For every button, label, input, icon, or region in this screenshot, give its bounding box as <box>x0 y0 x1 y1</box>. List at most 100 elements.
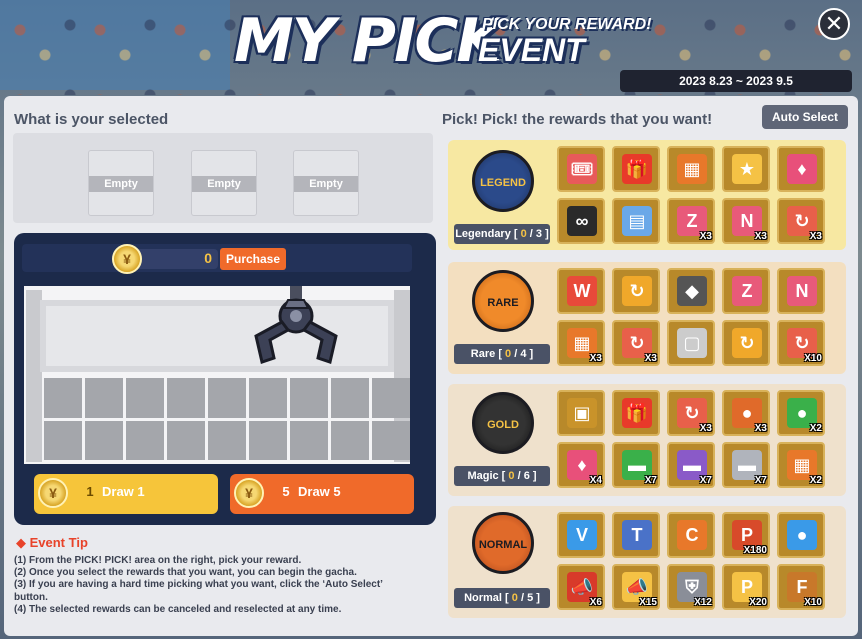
mystery-box-icon: ▢ <box>677 328 707 358</box>
glasses-icon: ∞ <box>567 206 597 236</box>
reward-item[interactable]: F X10 <box>777 564 825 610</box>
reward-quantity: X3 <box>809 231 822 242</box>
selected-section-title: What is your selected <box>14 111 169 128</box>
card-wow-icon: W <box>567 276 597 306</box>
reward-item[interactable]: ↻ <box>722 320 770 366</box>
reward-quantity: X180 <box>743 545 767 556</box>
reward-item[interactable]: ● <box>777 512 825 558</box>
draw-5-button[interactable]: 5 Draw 5 <box>230 474 414 514</box>
purchase-button[interactable]: Purchase <box>220 248 286 270</box>
close-button[interactable]: ✕ <box>818 8 850 40</box>
reward-item[interactable]: ♦ <box>777 146 825 192</box>
reward-item[interactable]: ▤ <box>612 198 660 244</box>
reward-item[interactable]: ▬ X7 <box>612 442 660 488</box>
empty-slot-label: Empty <box>89 176 153 192</box>
reward-item[interactable]: ▢ <box>667 320 715 366</box>
reward-item[interactable]: 🎟 <box>557 146 605 192</box>
coin-balance: 0 <box>204 250 212 266</box>
reward-quantity: X2 <box>809 475 822 486</box>
normal-count-label: Normal [ 0 / 5 ] <box>454 588 550 608</box>
card-icon: ♦ <box>787 154 817 184</box>
refresh-box-icon: ↻ <box>622 276 652 306</box>
reward-item[interactable]: ★ <box>722 146 770 192</box>
rare-ball-icon: RARE <box>472 270 534 332</box>
training-reset-icon: T <box>622 520 652 550</box>
draw-1-label: Draw 1 <box>102 484 145 499</box>
reward-item[interactable]: ● X3 <box>722 390 770 436</box>
tip-line: (1) From the PICK! PICK! area on the rig… <box>14 555 302 566</box>
giftbox-icon: 🎁 <box>622 154 652 184</box>
reward-item[interactable]: 🎁 <box>612 390 660 436</box>
auto-select-button[interactable]: Auto Select <box>762 105 848 129</box>
reward-item[interactable]: ▦ <box>667 146 715 192</box>
coin-icon <box>234 478 264 508</box>
rare-count-label: Rare [ 0 / 4 ] <box>454 344 550 364</box>
reward-item[interactable]: ↻ X10 <box>777 320 825 366</box>
coin-icon <box>38 478 68 508</box>
reward-item[interactable]: P X20 <box>722 564 770 610</box>
draw-1-cost: 1 <box>86 484 94 499</box>
tip-line: (4) The selected rewards can be canceled… <box>14 603 342 615</box>
reward-item[interactable]: ↻ X3 <box>612 320 660 366</box>
reward-item[interactable]: ▬ X7 <box>722 442 770 488</box>
reward-quantity: X3 <box>589 353 602 364</box>
reward-quantity: X20 <box>749 597 767 608</box>
draw-5-label: Draw 5 <box>298 484 341 499</box>
reward-item[interactable]: ∞ <box>557 198 605 244</box>
gem-icon: ◆ <box>677 276 707 306</box>
event-tip-title: ◆ Event Tip <box>16 535 88 550</box>
reward-item[interactable]: 📣 X15 <box>612 564 660 610</box>
reward-quantity: X10 <box>804 597 822 608</box>
reward-item[interactable]: ⛨ X12 <box>667 564 715 610</box>
reward-item[interactable]: ▦ X2 <box>777 442 825 488</box>
reward-quantity: X15 <box>639 597 657 608</box>
claw-icon <box>254 286 338 364</box>
selected-slot-1[interactable]: Empty <box>88 150 154 216</box>
reward-item[interactable]: ◆ <box>667 268 715 314</box>
reward-quantity: X7 <box>644 475 657 486</box>
reward-item[interactable]: 📣 X6 <box>557 564 605 610</box>
reward-item[interactable]: ▣ <box>557 390 605 436</box>
magic-count-label: Magic [ 0 / 6 ] <box>454 466 550 486</box>
empty-slot-label: Empty <box>294 176 358 192</box>
selected-slot-3[interactable]: Empty <box>293 150 359 216</box>
reward-item[interactable]: ▦ X3 <box>557 320 605 366</box>
reward-quantity: X12 <box>694 597 712 608</box>
reward-item[interactable]: N <box>777 268 825 314</box>
reward-quantity: X7 <box>754 475 767 486</box>
reward-item[interactable]: 🎁 <box>612 146 660 192</box>
event-tip-list: (1) From the PICK! PICK! area on the rig… <box>14 555 424 616</box>
card-n-icon: N <box>787 276 817 306</box>
reward-item[interactable]: Z <box>722 268 770 314</box>
reward-item[interactable]: W <box>557 268 605 314</box>
giftbox-icon: 🎁 <box>622 398 652 428</box>
reward-item[interactable]: Z X3 <box>667 198 715 244</box>
event-title: MY PICK <box>234 6 503 76</box>
reward-item[interactable]: ↻ X3 <box>777 198 825 244</box>
tip-line: button. <box>14 591 48 603</box>
reward-quantity: X3 <box>699 231 712 242</box>
reward-item[interactable]: ● X2 <box>777 390 825 436</box>
character-name-icon: C <box>677 520 707 550</box>
draw-1-button[interactable]: 1 Draw 1 <box>34 474 218 514</box>
reward-item[interactable]: V <box>557 512 605 558</box>
card-z-icon: Z <box>732 276 762 306</box>
card-pack-blue-icon: ▤ <box>622 206 652 236</box>
reward-item[interactable]: C <box>667 512 715 558</box>
reward-item[interactable]: T <box>612 512 660 558</box>
reward-item[interactable]: P X180 <box>722 512 770 558</box>
reward-quantity: X3 <box>644 353 657 364</box>
event-subtitle-bottom: EVENT <box>478 32 585 68</box>
selected-slot-2[interactable]: Empty <box>191 150 257 216</box>
coin-icon <box>112 244 142 274</box>
blue-ball-icon: ● <box>787 520 817 550</box>
reward-item[interactable]: ▬ X7 <box>667 442 715 488</box>
normal-ball-icon: NORMAL <box>472 512 534 574</box>
reward-item[interactable]: ♦ X4 <box>557 442 605 488</box>
legend-ball-icon: LEGEND <box>472 150 534 212</box>
empty-slot-label: Empty <box>192 176 256 192</box>
vip-icon: V <box>567 520 597 550</box>
reward-item[interactable]: N X3 <box>722 198 770 244</box>
reward-item[interactable]: ↻ X3 <box>667 390 715 436</box>
reward-item[interactable]: ↻ <box>612 268 660 314</box>
